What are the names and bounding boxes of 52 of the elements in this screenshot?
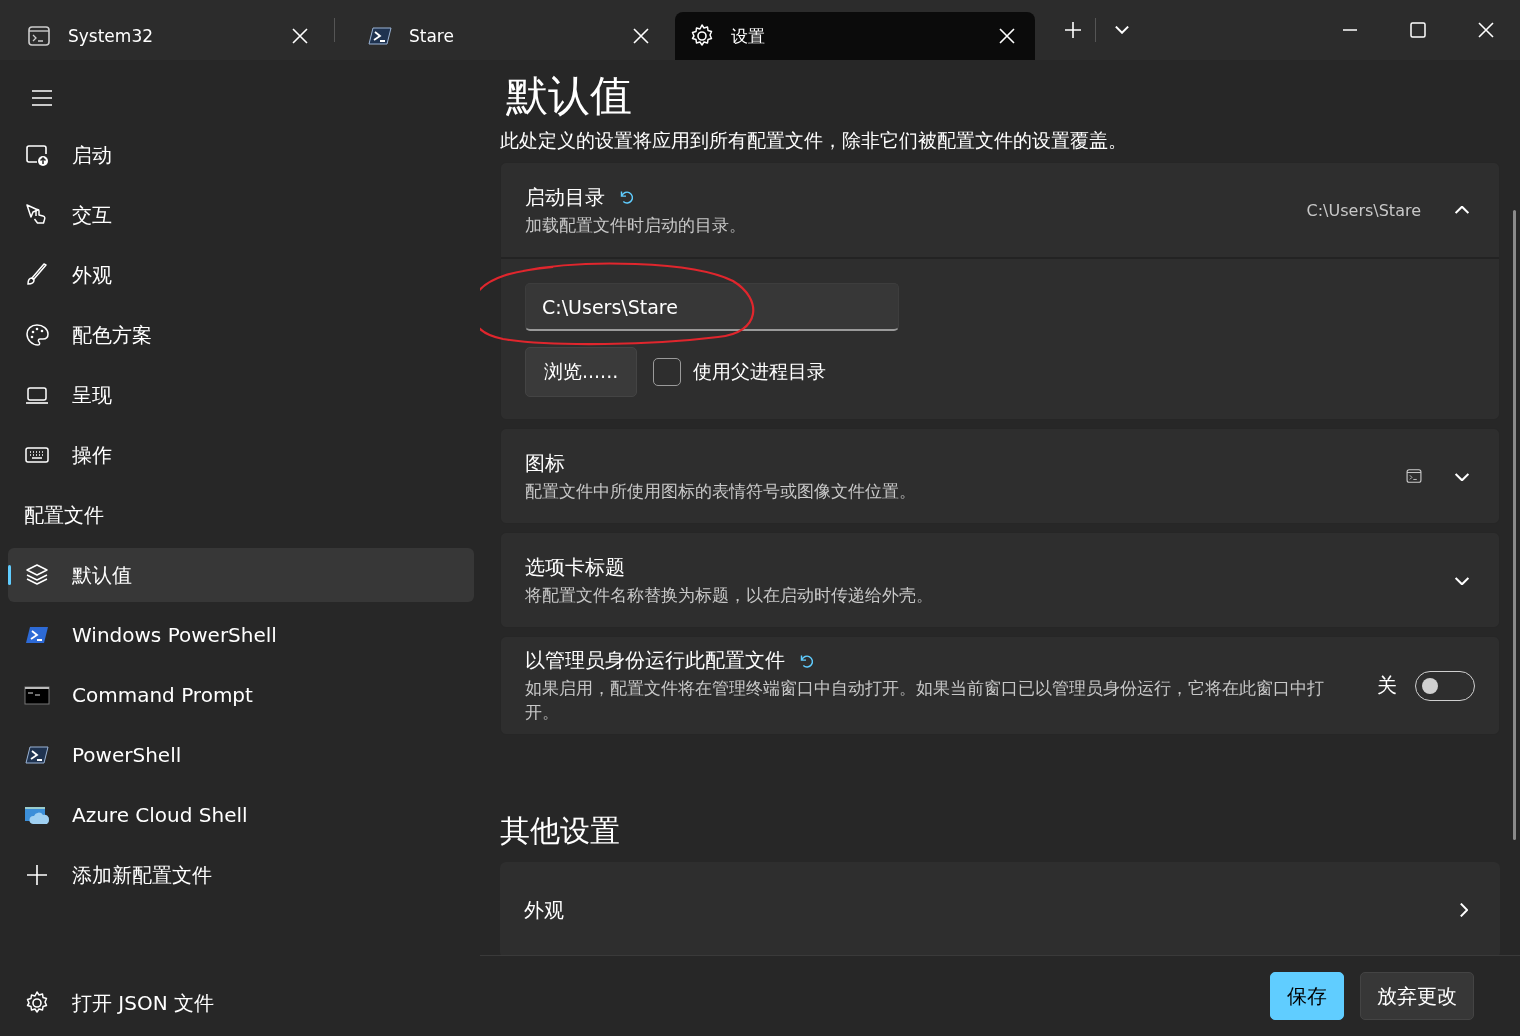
settings-icon	[689, 23, 715, 49]
checkbox[interactable]: 使用父进程目录	[653, 358, 827, 386]
sidebar-item[interactable]: 默认值	[8, 548, 474, 602]
layers-icon	[24, 562, 50, 588]
setting-description: 加载配置文件时启动的目录。	[525, 213, 747, 237]
sidebar-item[interactable]: Windows PowerShell	[8, 608, 474, 662]
tab[interactable]: 设置	[675, 12, 1035, 60]
sidebar-item[interactable]: 呈现	[8, 368, 474, 422]
sidebar-item[interactable]: PowerShell	[8, 728, 474, 782]
setting-title: 以管理员身份运行此配置文件	[525, 647, 785, 674]
scrollbar[interactable]	[1513, 210, 1516, 840]
sidebar-item[interactable]: 操作	[8, 428, 474, 482]
tab[interactable]: Stare	[341, 12, 669, 60]
browse-button[interactable]: 浏览......	[525, 347, 638, 397]
chevron-icon[interactable]	[1455, 575, 1469, 585]
section-header: 配置文件	[23, 501, 105, 529]
input-field[interactable]: C:\Users\Stare	[525, 283, 899, 331]
chevron-icon[interactable]	[1455, 471, 1469, 481]
section-title: 其他设置	[500, 812, 621, 850]
setting-title: 启动目录	[525, 183, 605, 211]
setting-description: 如果启用，配置文件将在管理终端窗口中自动打开。如果当前窗口已以管理员身份运行，它将在此窗口中打开。	[525, 677, 1325, 724]
settings-icon	[24, 990, 50, 1016]
settings-link[interactable]: 外观	[500, 862, 1500, 955]
sidebar-item[interactable]: 添加新配置文件	[8, 848, 474, 902]
setting-value: C:\Users\Stare	[1306, 200, 1421, 220]
cmd-window-icon	[1405, 467, 1423, 485]
sidebar-item[interactable]: 交互	[8, 188, 474, 242]
page-description: 此处定义的设置将应用到所有配置文件，除非它们被配置文件的设置覆盖。	[500, 128, 1128, 153]
sidebar-item[interactable]: 启动	[8, 128, 474, 182]
palette-icon	[24, 322, 50, 348]
footer-button[interactable]: 保存	[1270, 972, 1344, 1020]
setting-title: 选项卡标题	[525, 553, 625, 581]
toggle-label: 关	[1377, 672, 1397, 699]
chevron-right-icon	[1460, 903, 1468, 917]
sidebar-item[interactable]: Azure Cloud Shell	[8, 788, 474, 842]
footer-button[interactable]: 放弃更改	[1360, 972, 1474, 1020]
sidebar-item[interactable]: 外观	[8, 248, 474, 302]
chevron-icon[interactable]	[1455, 205, 1469, 215]
window-arrow-icon	[24, 142, 50, 168]
setting-description: 配置文件中所使用图标的表情符号或图像文件位置。	[525, 479, 917, 503]
sidebar-item[interactable]: Command Prompt	[8, 668, 474, 722]
setting-title: 图标	[525, 449, 565, 477]
sidebar-item[interactable]: 打开 JSON 文件	[8, 976, 474, 1030]
chevron-down-icon	[1115, 26, 1129, 34]
sidebar-item[interactable]: 配色方案	[8, 308, 474, 362]
setting-description: 将配置文件名称替换为标题，以在启动时传递给外壳。	[525, 583, 934, 607]
brush-icon	[24, 262, 50, 288]
page-title: 默认值	[506, 70, 633, 122]
cmd-window-icon	[26, 23, 52, 49]
minimize-icon	[1343, 29, 1357, 31]
plus-icon	[24, 862, 50, 888]
tab[interactable]: System32	[0, 12, 328, 60]
